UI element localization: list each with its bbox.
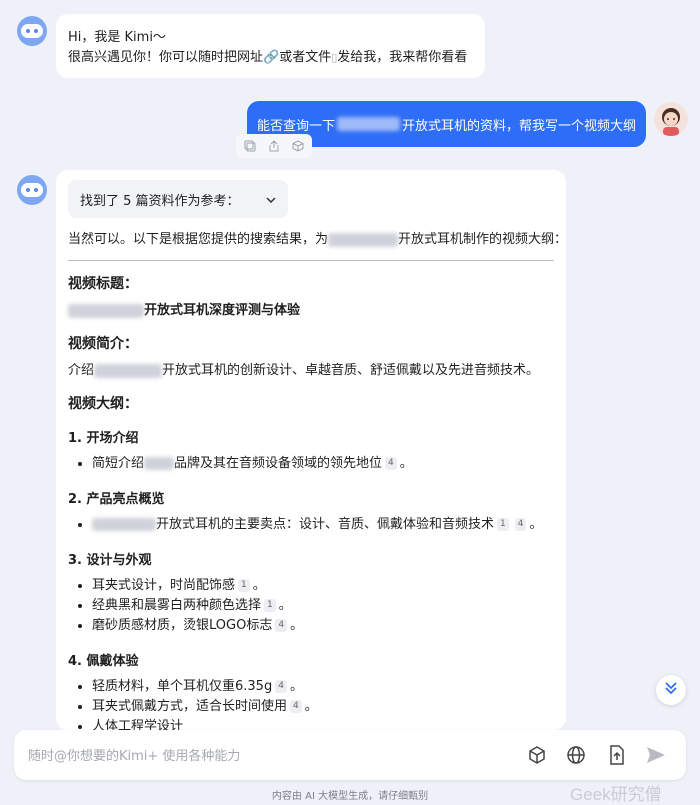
item-text: 轻质材料，单个耳机仅重6.35g bbox=[92, 679, 273, 694]
greeting-bubble: Hi，我是 Kimi～ 很高兴遇见你！你可以随时把网址🔗或者文件▯发给我，我来帮… bbox=[56, 14, 485, 78]
citation-badge[interactable]: 1 bbox=[264, 599, 276, 612]
item-text: 品牌及其在音频设备领域的领先地位 bbox=[174, 456, 383, 471]
section-heading: 3. 设计与外观 bbox=[68, 553, 152, 568]
title-heading: 视频标题： bbox=[68, 276, 138, 292]
section-heading: 2. 产品亮点概览 bbox=[68, 492, 165, 507]
user-message-text: 能否查询一下 bbox=[257, 118, 336, 134]
intro-text: 开放式耳机制作的视频大纲： bbox=[398, 232, 566, 247]
user-avatar-icon bbox=[662, 108, 680, 136]
citation-badge[interactable]: 4 bbox=[275, 680, 287, 693]
watermark: Geek研究僧 bbox=[570, 780, 662, 805]
scroll-to-bottom-button[interactable] bbox=[656, 675, 686, 705]
redacted-brand bbox=[328, 232, 399, 247]
cube-icon[interactable] bbox=[525, 743, 549, 767]
item-text: 磨砂质感材质，烫银LOGO标志 bbox=[92, 618, 273, 633]
user-message-text: 开放式耳机的资料，帮我写一个视频大纲 bbox=[401, 118, 636, 134]
list-item: 简短介绍品牌及其在音频设备领域的领先地位4。 bbox=[92, 454, 554, 474]
chevron-down-icon bbox=[266, 192, 276, 207]
citation-badge[interactable]: 4 bbox=[290, 700, 302, 713]
answer-bubble: 找到了 5 篇资料作为参考： 当然可以。以下是根据您提供的搜索结果，为开放式耳机… bbox=[56, 170, 566, 730]
item-text: 经典黑和晨雾白两种颜色选择 bbox=[92, 598, 262, 613]
citation-badge[interactable]: 1 bbox=[497, 518, 509, 531]
greeting-text: 发给我，我来帮你看看 bbox=[337, 50, 468, 65]
chat-input-placeholder[interactable]: 随时@你想要的Kimi+ 使用各种能力 bbox=[28, 745, 240, 764]
citation-badge[interactable]: 4 bbox=[275, 619, 288, 632]
redacted-brand bbox=[94, 363, 163, 378]
globe-icon[interactable] bbox=[564, 743, 588, 767]
cube-icon[interactable] bbox=[290, 138, 306, 154]
kimi-face-icon bbox=[21, 183, 43, 197]
citation-badge[interactable]: 4 bbox=[385, 457, 397, 470]
answer-intro: 当然可以。以下是根据您提供的搜索结果，为 开放式耳机制作的视频大纲： bbox=[68, 230, 566, 250]
watermark-text: Geek研究僧 bbox=[570, 785, 662, 804]
references-toggle[interactable]: 找到了 5 篇资料作为参考： bbox=[68, 180, 288, 218]
greeting-line2: 很高兴遇见你！你可以随时把网址🔗或者文件▯发给我，我来帮你看看 bbox=[68, 48, 473, 68]
video-title: 开放式耳机深度评测与体验 bbox=[68, 301, 554, 321]
share-icon[interactable] bbox=[266, 138, 282, 154]
item-text: 耳夹式佩戴方式，适合长时间使用 bbox=[92, 699, 288, 714]
upload-file-icon[interactable] bbox=[605, 743, 629, 767]
chat-input-box[interactable]: 随时@你想要的Kimi+ 使用各种能力 bbox=[14, 730, 686, 780]
section-list: 轻质材料，单个耳机仅重6.35g4。 耳夹式佩戴方式，适合长时间使用4。 人体工… bbox=[68, 677, 554, 730]
summary-text: 介绍 bbox=[68, 363, 95, 378]
user-avatar[interactable] bbox=[654, 102, 688, 136]
redacted-brand bbox=[68, 303, 144, 318]
greeting-text: 很高兴遇见你！你可以随时把网址 bbox=[68, 50, 264, 65]
divider bbox=[68, 260, 554, 261]
video-summary: 介绍 开放式耳机的创新设计、卓越音质、舒适佩戴以及先进音频技术。 bbox=[68, 361, 554, 381]
citation-badge[interactable]: 4 bbox=[514, 518, 527, 531]
greeting-text: 或者文件 bbox=[279, 50, 332, 65]
intro-text: 当然可以。以下是根据您提供的搜索结果，为 bbox=[68, 232, 329, 247]
link-icon: 🔗 bbox=[263, 50, 280, 65]
kimi-avatar bbox=[17, 16, 47, 46]
summary-text: 开放式耳机的创新设计、卓越音质、舒适佩戴以及先进音频技术。 bbox=[162, 363, 540, 378]
section-list: 开放式耳机的主要卖点：设计、音质、佩戴体验和音频技术14。 bbox=[68, 515, 554, 535]
copy-icon[interactable] bbox=[242, 138, 258, 154]
list-item: 磨砂质感材质，烫银LOGO标志4。 bbox=[92, 616, 554, 636]
outline-heading: 视频大纲： bbox=[68, 396, 138, 412]
item-text: 简短介绍 bbox=[92, 456, 145, 471]
item-text: 开放式耳机的主要卖点：设计、音质、佩戴体验和音频技术 bbox=[156, 517, 495, 532]
item-text: 耳夹式设计，时尚配饰感 bbox=[92, 578, 236, 593]
greeting-line1: Hi，我是 Kimi～ bbox=[68, 30, 166, 45]
references-label: 找到了 5 篇资料作为参考： bbox=[80, 193, 240, 209]
item-text: 人体工程学设计 bbox=[92, 719, 184, 730]
redacted-brand bbox=[337, 117, 400, 131]
list-item: 经典黑和晨雾白两种颜色选择1。 bbox=[92, 596, 554, 616]
double-chevron-down-icon bbox=[664, 681, 678, 699]
summary-heading: 视频简介： bbox=[68, 336, 138, 352]
send-icon[interactable] bbox=[644, 743, 668, 767]
redacted-brand bbox=[144, 457, 175, 470]
video-title-text: 开放式耳机深度评测与体验 bbox=[144, 303, 301, 318]
kimi-face-icon bbox=[21, 24, 43, 38]
redacted-brand bbox=[92, 518, 156, 531]
section-list: 耳夹式设计，时尚配饰感1。 经典黑和晨雾白两种颜色选择1。 磨砂质感材质，烫银L… bbox=[68, 576, 554, 636]
list-item: 耳夹式佩戴方式，适合长时间使用4。 bbox=[92, 697, 554, 717]
section-heading: 4. 佩戴体验 bbox=[68, 654, 139, 669]
citation-badge[interactable]: 1 bbox=[238, 579, 250, 592]
list-item: 开放式耳机的主要卖点：设计、音质、佩戴体验和音频技术14。 bbox=[92, 515, 554, 535]
kimi-avatar bbox=[17, 175, 47, 205]
list-item: 轻质材料，单个耳机仅重6.35g4。 bbox=[92, 677, 554, 697]
message-toolbar bbox=[236, 134, 312, 158]
section-heading: 1. 开场介绍 bbox=[68, 431, 139, 446]
list-item: 耳夹式设计，时尚配饰感1。 bbox=[92, 576, 554, 596]
list-item: 人体工程学设计 bbox=[92, 717, 554, 730]
section-list: 简短介绍品牌及其在音频设备领域的领先地位4。 bbox=[68, 454, 554, 474]
